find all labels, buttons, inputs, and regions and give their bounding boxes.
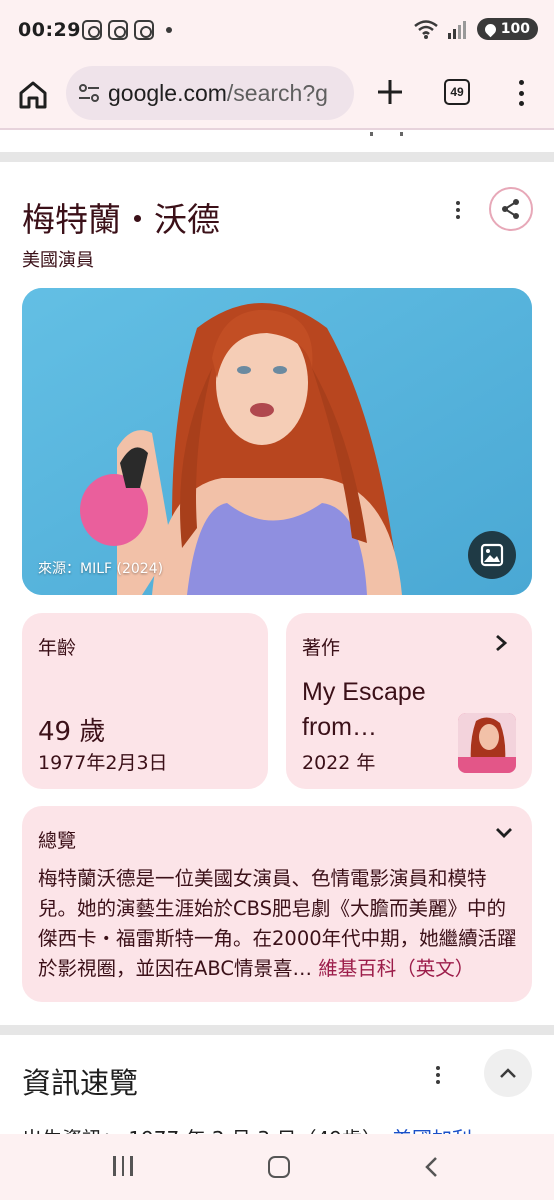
url-bar[interactable]: google.com/search?g xyxy=(66,66,354,120)
entity-title: 梅特蘭・沃德 xyxy=(22,200,220,239)
recents-button[interactable] xyxy=(113,1156,133,1176)
work-title: My Escape from… xyxy=(302,678,426,741)
quick-facts-more-icon[interactable] xyxy=(432,1066,444,1084)
url-path: /search?g xyxy=(226,80,328,106)
browser-toolbar: google.com/search?g 49 xyxy=(0,62,554,130)
panel-more-icon[interactable] xyxy=(452,201,464,219)
hero-image[interactable]: 來源：MILF (2024) xyxy=(22,288,532,595)
overview-card: 總覽 梅特蘭沃德是一位美國女演員、色情電影演員和模特兒。她的演藝生涯始於CBS肥… xyxy=(22,806,532,1002)
share-icon xyxy=(502,199,519,219)
chevron-down-icon[interactable] xyxy=(494,826,514,840)
collapse-button[interactable] xyxy=(484,1049,532,1097)
chevron-right-icon[interactable] xyxy=(494,633,508,653)
status-bar: 00:29 100 xyxy=(0,0,554,62)
battery-indicator: 100 xyxy=(476,18,538,40)
portrait-photo xyxy=(22,288,532,595)
works-card[interactable]: 著作 My Escape from… 2022 年 xyxy=(286,613,532,789)
notification-icons xyxy=(82,20,172,40)
entity-subtitle: 美國演員 xyxy=(22,250,94,271)
image-icon xyxy=(480,543,504,567)
work-year: 2022 年 xyxy=(302,752,376,774)
new-tab-icon[interactable] xyxy=(376,78,404,106)
age-label: 年齡 xyxy=(38,637,77,659)
previous-content-edge xyxy=(0,132,554,154)
signal-icon xyxy=(447,21,466,39)
quick-facts-title: 資訊速覽 xyxy=(22,1066,139,1100)
system-navigation-bar xyxy=(0,1134,554,1200)
browser-menu-icon[interactable] xyxy=(515,80,527,106)
url-text: google.com/search?g xyxy=(108,80,328,107)
overview-label: 總覽 xyxy=(38,830,77,852)
overview-text: 梅特蘭沃德是一位美國女演員、色情電影演員和模特兒。她的演藝生涯始於CBS肥皂劇《… xyxy=(38,864,520,984)
section-divider xyxy=(0,1025,554,1035)
view-images-button[interactable] xyxy=(468,531,516,579)
share-button[interactable] xyxy=(489,187,533,231)
works-label: 著作 xyxy=(302,637,341,659)
wikipedia-link[interactable]: 維基百科（英文） xyxy=(312,957,474,980)
status-time: 00:29 xyxy=(18,19,81,41)
book-cover-thumbnail[interactable] xyxy=(458,713,516,773)
instagram-icon xyxy=(108,20,128,40)
instagram-icon xyxy=(134,20,154,40)
home-button[interactable] xyxy=(268,1156,290,1178)
more-notifications-icon xyxy=(166,27,172,33)
wifi-icon xyxy=(413,20,438,39)
tab-switcher-button[interactable]: 49 xyxy=(444,79,470,105)
screenshot-icon xyxy=(82,20,102,40)
url-domain: google.com xyxy=(108,80,227,106)
book-cover-image xyxy=(458,713,516,773)
image-source-caption: 來源：MILF (2024) xyxy=(38,561,164,577)
age-card[interactable]: 年齡 49 歲 1977年2月3日 xyxy=(22,613,268,789)
back-icon[interactable] xyxy=(424,1156,438,1178)
birth-date: 1977年2月3日 xyxy=(38,752,168,774)
section-divider xyxy=(0,152,554,162)
system-icons: 100 xyxy=(413,18,538,40)
chevron-up-icon xyxy=(500,1068,516,1078)
home-icon[interactable] xyxy=(16,78,50,112)
age-value: 49 歲 xyxy=(38,717,106,747)
site-settings-icon[interactable] xyxy=(78,83,100,103)
